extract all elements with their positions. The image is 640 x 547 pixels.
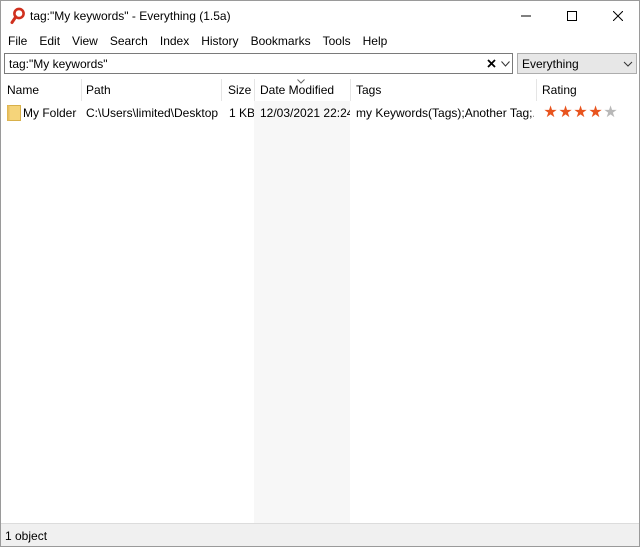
app-window: tag:"My keywords" - Everything (1.5a) Fi…	[0, 0, 640, 547]
status-object-count: 1 object	[5, 529, 48, 543]
chevron-down-icon	[500, 60, 510, 67]
result-path: C:\Users\limited\Desktop	[86, 106, 219, 120]
maximize-icon	[567, 11, 577, 21]
star-empty-icon[interactable]: ★	[603, 104, 618, 122]
menu-history[interactable]: History	[195, 32, 244, 50]
clear-search-button[interactable]	[484, 56, 498, 71]
folder-icon	[7, 105, 21, 121]
close-icon	[486, 59, 496, 68]
column-tags[interactable]: Tags	[350, 79, 536, 101]
result-tags: my Keywords(Tags);Another Tag;...	[356, 106, 534, 120]
result-date-modified: 12/03/2021 22:24	[260, 106, 350, 120]
close-icon	[613, 11, 623, 21]
menu-file[interactable]: File	[1, 32, 33, 50]
search-history-button[interactable]	[499, 56, 511, 71]
everything-app-icon	[10, 7, 25, 24]
search-box	[4, 53, 513, 74]
filter-dropdown[interactable]: Everything	[517, 53, 637, 74]
maximize-button[interactable]	[549, 1, 595, 31]
close-window-button[interactable]	[595, 1, 640, 31]
search-input[interactable]	[9, 56, 475, 71]
minimize-button[interactable]	[503, 1, 549, 31]
menu-view[interactable]: View	[66, 32, 104, 50]
column-header: Name Path Size Date Modified Tags Rating	[1, 79, 639, 101]
column-rating[interactable]: Rating	[536, 79, 639, 101]
sort-descending-icon	[297, 79, 305, 84]
chevron-down-icon	[623, 61, 633, 67]
star-filled-icon[interactable]: ★	[558, 104, 573, 122]
result-rating[interactable]: ★ ★ ★ ★ ★	[543, 104, 618, 122]
star-filled-icon[interactable]: ★	[543, 104, 558, 122]
column-name[interactable]: Name	[1, 79, 81, 101]
sorted-column-highlight	[254, 101, 350, 523]
window-title: tag:"My keywords" - Everything (1.5a)	[30, 9, 231, 23]
column-size[interactable]: Size	[222, 79, 254, 101]
menu-search[interactable]: Search	[104, 32, 154, 50]
menu-bookmarks[interactable]: Bookmarks	[245, 32, 317, 50]
menu-index[interactable]: Index	[154, 32, 195, 50]
menu-bar: File Edit View Search Index History Book…	[1, 31, 639, 51]
menu-edit[interactable]: Edit	[33, 32, 66, 50]
result-row[interactable]: My Folder C:\Users\limited\Desktop 1 KB …	[1, 102, 639, 124]
menu-tools[interactable]: Tools	[317, 32, 357, 50]
star-filled-icon[interactable]: ★	[588, 104, 603, 122]
result-name: My Folder	[23, 106, 77, 120]
status-bar: 1 object	[1, 523, 639, 546]
result-size: 1 KB	[229, 106, 254, 120]
star-filled-icon[interactable]: ★	[573, 104, 588, 122]
title-bar[interactable]: tag:"My keywords" - Everything (1.5a)	[1, 1, 639, 31]
menu-help[interactable]: Help	[357, 32, 394, 50]
filter-selected-value: Everything	[522, 57, 579, 71]
column-path[interactable]: Path	[80, 79, 221, 101]
minimize-icon	[521, 15, 531, 17]
